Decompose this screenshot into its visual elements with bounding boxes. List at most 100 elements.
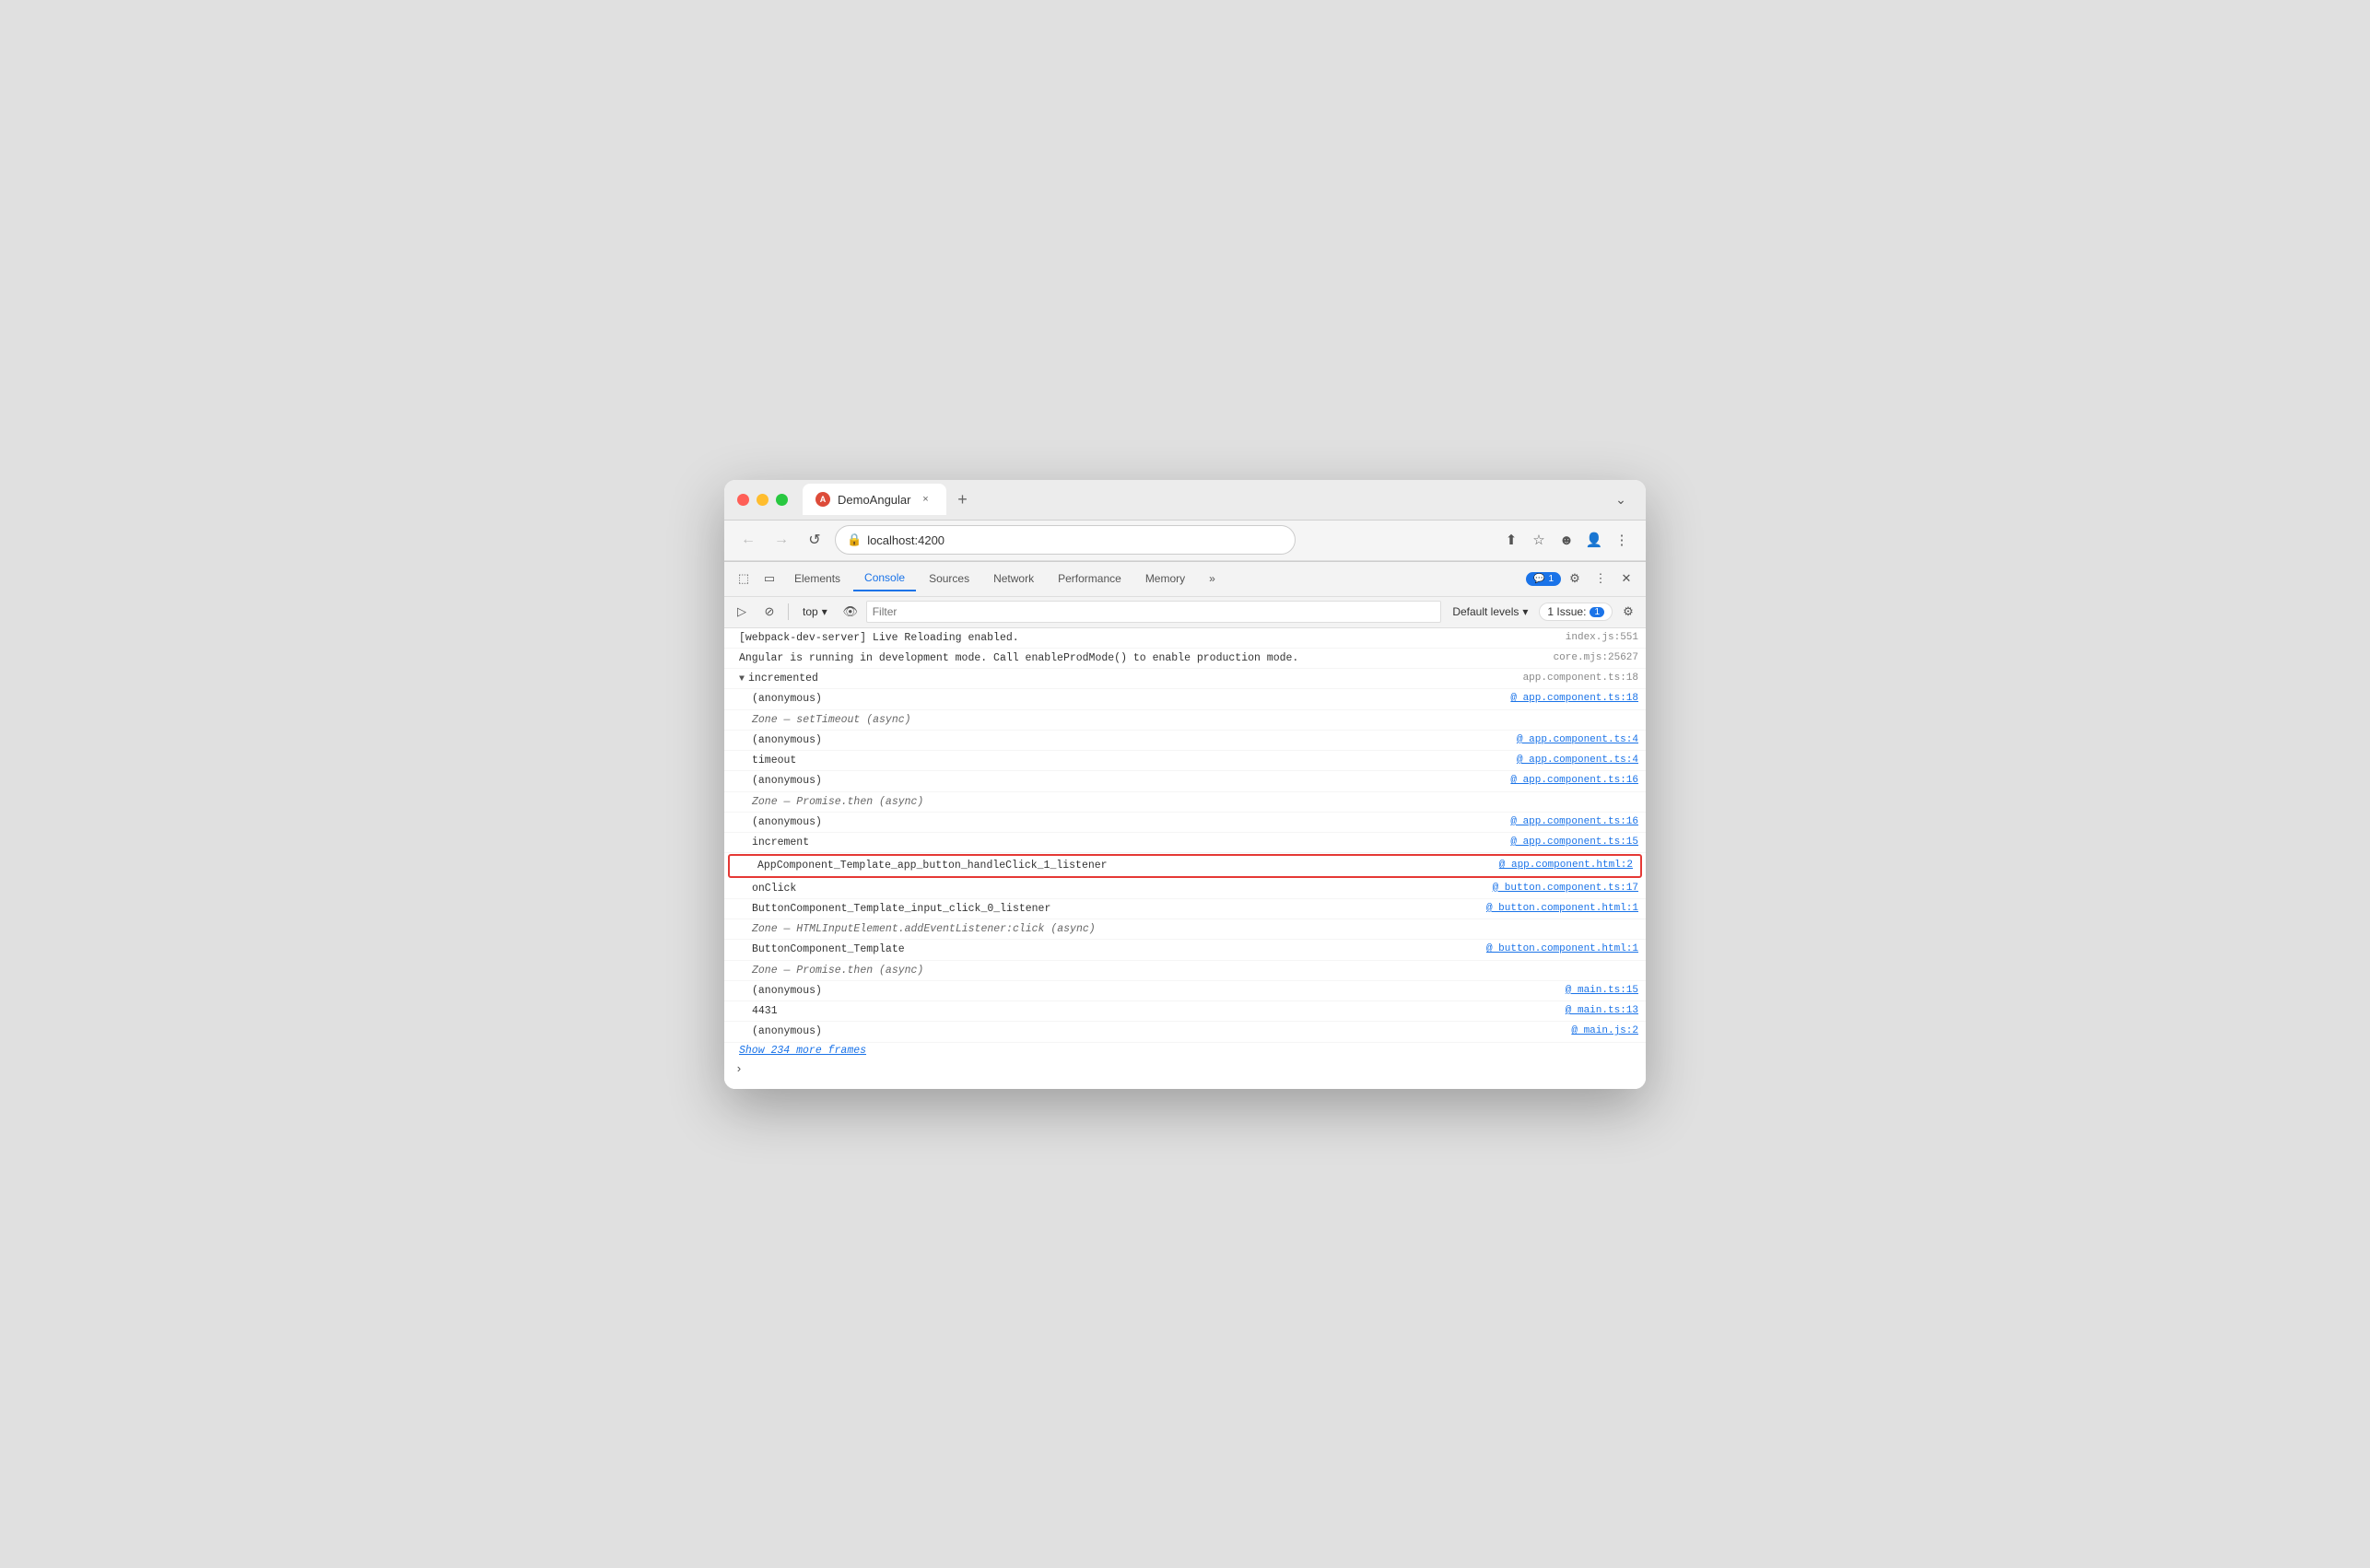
- minimize-traffic-light[interactable]: [757, 494, 768, 506]
- console-settings-button[interactable]: ⚙: [1616, 600, 1640, 624]
- bookmark-icon[interactable]: ☆: [1526, 527, 1552, 553]
- console-notification-badge: 💬 1: [1526, 572, 1561, 586]
- devtools-settings-button[interactable]: ⚙: [1563, 567, 1587, 591]
- show-more-frames[interactable]: Show 234 more frames: [724, 1043, 1646, 1059]
- console-message: (anonymous): [752, 773, 1496, 789]
- tab-close-button[interactable]: ×: [919, 492, 933, 507]
- console-message: increment: [752, 835, 1496, 850]
- console-toolbar: ▷ ⊘ top ▾ 👁 Default levels ▾ 1 Issue: 1 …: [724, 597, 1646, 628]
- console-line: (anonymous) @ app.component.ts:18: [724, 689, 1646, 709]
- context-selector[interactable]: top ▾: [795, 603, 835, 620]
- url-bar[interactable]: 🔒 localhost:4200: [835, 525, 1296, 555]
- back-button[interactable]: ←: [735, 527, 761, 553]
- console-source-link[interactable]: @ main.js:2: [1571, 1024, 1638, 1039]
- log-levels-selector[interactable]: Default levels ▾: [1445, 603, 1535, 620]
- issues-counter[interactable]: 1 Issue: 1: [1539, 603, 1613, 621]
- console-message: timeout: [752, 753, 1502, 768]
- console-line: Angular is running in development mode. …: [724, 649, 1646, 669]
- console-source-link[interactable]: index.js:551: [1566, 630, 1638, 646]
- refresh-button[interactable]: ↺: [802, 527, 827, 553]
- browser-window: A DemoAngular × + ⌄ ← → ↺ 🔒 localhost:42…: [724, 480, 1646, 1089]
- console-source-link[interactable]: @ app.component.ts:15: [1510, 835, 1638, 850]
- tab-network[interactable]: Network: [982, 567, 1045, 591]
- extensions-icon[interactable]: ☻: [1554, 527, 1579, 553]
- devtools-tab-bar: ⬚ ▭ Elements Console Sources Network Per…: [724, 562, 1646, 597]
- tab-elements[interactable]: Elements: [783, 567, 851, 591]
- execute-script-button[interactable]: ▷: [730, 600, 754, 624]
- console-source-link[interactable]: @ button.component.ts:17: [1493, 881, 1638, 896]
- console-line: Zone — setTimeout (async): [724, 710, 1646, 731]
- console-message: ButtonComponent_Template_input_click_0_l…: [752, 901, 1472, 917]
- tab-console[interactable]: Console: [853, 566, 916, 591]
- notification-count: 1: [1548, 574, 1554, 584]
- console-line: (anonymous) @ main.js:2: [724, 1022, 1646, 1042]
- console-line: (anonymous) @ main.ts:15: [724, 981, 1646, 1001]
- console-source-link[interactable]: @ button.component.html:1: [1486, 942, 1638, 957]
- maximize-traffic-light[interactable]: [776, 494, 788, 506]
- console-source-link[interactable]: @ main.ts:13: [1566, 1003, 1638, 1019]
- more-tabs-button[interactable]: »: [1198, 567, 1226, 591]
- console-source-link[interactable]: @ main.ts:15: [1566, 983, 1638, 999]
- traffic-lights: [737, 494, 788, 506]
- issue-count-badge: 1: [1590, 607, 1604, 617]
- console-message: (anonymous): [752, 814, 1496, 830]
- console-source-link[interactable]: @ button.component.html:1: [1486, 901, 1638, 917]
- more-options-icon[interactable]: ⋮: [1609, 527, 1635, 553]
- console-source-link[interactable]: core.mjs:25627: [1554, 650, 1638, 666]
- console-message: Zone — Promise.then (async): [752, 794, 1638, 810]
- console-line: onClick @ button.component.ts:17: [724, 879, 1646, 899]
- console-source-link[interactable]: @ app.component.ts:16: [1510, 773, 1638, 789]
- new-tab-button[interactable]: +: [950, 486, 976, 512]
- chevron-down-icon: ▾: [822, 605, 827, 618]
- console-message: Zone — HTMLInputElement.addEventListener…: [752, 921, 1638, 937]
- console-line: timeout @ app.component.ts:4: [724, 751, 1646, 771]
- console-source-link[interactable]: @ app.component.ts:16: [1510, 814, 1638, 830]
- browser-tab-active[interactable]: A DemoAngular ×: [803, 484, 946, 515]
- console-source-link[interactable]: @ app.component.ts:4: [1517, 732, 1638, 748]
- notification-chat-icon: 💬: [1533, 574, 1544, 584]
- inspect-element-button[interactable]: ⬚: [732, 567, 756, 591]
- console-line: increment @ app.component.ts:15: [724, 833, 1646, 853]
- close-traffic-light[interactable]: [737, 494, 749, 506]
- clear-console-button[interactable]: ⊘: [757, 600, 781, 624]
- forward-button[interactable]: →: [768, 527, 794, 553]
- window-menu-button[interactable]: ⌄: [1609, 487, 1633, 511]
- device-toolbar-button[interactable]: ▭: [757, 567, 781, 591]
- tab-sources[interactable]: Sources: [918, 567, 980, 591]
- devtools-panel: ⬚ ▭ Elements Console Sources Network Per…: [724, 561, 1646, 1089]
- filter-input[interactable]: [866, 601, 1442, 623]
- console-message: AppComponent_Template_app_button_handleC…: [757, 858, 1484, 873]
- tab-title: DemoAngular: [838, 493, 911, 507]
- console-source-link[interactable]: @ app.component.html:2: [1499, 858, 1633, 873]
- context-label: top: [803, 605, 818, 618]
- console-line: Zone — Promise.then (async): [724, 792, 1646, 813]
- devtools-more-button[interactable]: ⋮: [1589, 567, 1613, 591]
- address-bar: ← → ↺ 🔒 localhost:4200 ⬆ ☆ ☻ 👤 ⋮: [724, 521, 1646, 561]
- console-source-link[interactable]: @ app.component.ts:4: [1517, 753, 1638, 768]
- toolbar-divider: [788, 603, 789, 620]
- prompt-arrow-icon: ›: [735, 1062, 743, 1076]
- console-message: Zone — Promise.then (async): [752, 963, 1638, 978]
- angular-favicon: A: [815, 492, 830, 507]
- share-icon[interactable]: ⬆: [1498, 527, 1524, 553]
- profile-icon[interactable]: 👤: [1581, 527, 1607, 553]
- devtools-close-button[interactable]: ✕: [1614, 567, 1638, 591]
- console-line: Zone — HTMLInputElement.addEventListener…: [724, 919, 1646, 940]
- issue-label: 1 Issue:: [1547, 605, 1586, 618]
- console-message: ▼incremented: [739, 671, 1508, 686]
- console-message: (anonymous): [752, 732, 1502, 748]
- console-message: Zone — setTimeout (async): [752, 712, 1638, 728]
- console-source-link[interactable]: @ app.component.ts:18: [1510, 691, 1638, 707]
- console-prompt[interactable]: ›: [724, 1059, 1646, 1080]
- console-message: onClick: [752, 881, 1478, 896]
- tab-memory[interactable]: Memory: [1134, 567, 1196, 591]
- levels-chevron-icon: ▾: [1522, 605, 1528, 618]
- console-line: [webpack-dev-server] Live Reloading enab…: [724, 628, 1646, 649]
- console-message: [webpack-dev-server] Live Reloading enab…: [739, 630, 1551, 646]
- lock-icon: 🔒: [847, 532, 862, 547]
- hide-network-button[interactable]: 👁: [839, 600, 862, 624]
- tab-performance[interactable]: Performance: [1047, 567, 1132, 591]
- title-bar: A DemoAngular × + ⌄: [724, 480, 1646, 521]
- title-bar-end: ⌄: [1609, 487, 1633, 511]
- tab-area: A DemoAngular × +: [803, 484, 1609, 515]
